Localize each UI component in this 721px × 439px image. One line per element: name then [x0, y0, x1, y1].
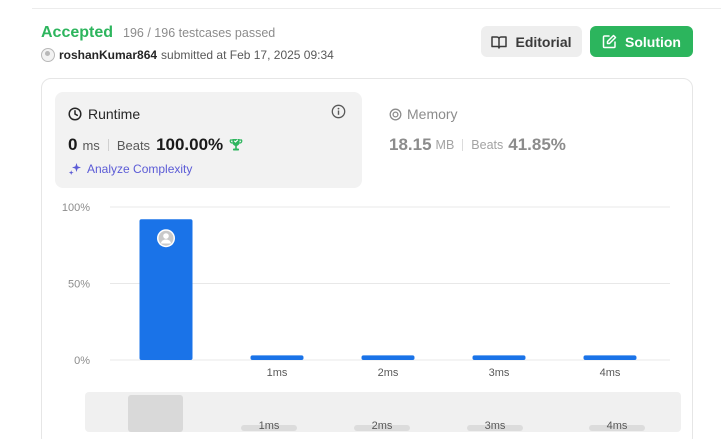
book-icon — [491, 35, 508, 49]
navigator-tick-label: 2ms — [371, 420, 393, 432]
metric-separator — [462, 139, 464, 151]
analyze-complexity-label: Analyze Complexity — [87, 162, 193, 176]
clock-icon — [68, 107, 82, 121]
solution-label: Solution — [625, 33, 681, 50]
memory-title: Memory — [407, 106, 458, 122]
runtime-card[interactable]: Runtime 0 ms Beats 100.00% Analyze Compl… — [55, 92, 362, 188]
runtime-beats-label: Beats — [116, 137, 151, 153]
runtime-value: 0 — [68, 135, 78, 154]
edit-icon — [602, 34, 617, 49]
runtime-header: Runtime — [68, 106, 140, 122]
top-divider — [32, 8, 721, 9]
editorial-label: Editorial — [515, 33, 572, 50]
metric-separator — [107, 139, 109, 151]
navigator-tick-label: 3ms — [484, 420, 506, 432]
memory-value: 18.15 — [389, 135, 432, 154]
trophy-icon — [229, 139, 243, 151]
memory-beats-label: Beats — [471, 138, 504, 152]
user-avatar-icon[interactable] — [41, 48, 55, 62]
analyze-complexity-link[interactable]: Analyze Complexity — [68, 162, 192, 176]
accepted-label: Accepted — [41, 24, 114, 41]
memory-unit: MB — [435, 138, 455, 152]
navigator-tick-label: 1ms — [258, 420, 280, 432]
username-link[interactable]: roshanKumar864 — [59, 48, 157, 62]
runtime-metric: 0 ms Beats 100.00% — [68, 135, 244, 155]
solution-button[interactable]: Solution — [590, 26, 693, 57]
runtime-beats-value: 100.00% — [156, 135, 224, 154]
memory-metric: 18.15 MB Beats 41.85% — [389, 135, 566, 155]
sparkle-icon — [68, 163, 81, 175]
submitted-at: submitted at Feb 17, 2025 09:34 — [161, 48, 334, 62]
submitter-row: roshanKumar864 submitted at Feb 17, 2025… — [41, 48, 334, 62]
navigator-thumb[interactable] — [128, 395, 183, 432]
navigator-tick-label: 4ms — [606, 420, 628, 432]
editorial-button[interactable]: Editorial — [481, 26, 582, 57]
testcases-passed: 196 / 196 testcases passed — [123, 26, 276, 40]
submission-status: Accepted 196 / 196 testcases passed — [41, 24, 275, 42]
memory-card[interactable]: Memory — [389, 106, 458, 122]
chip-icon — [389, 108, 402, 120]
info-icon[interactable] — [331, 104, 346, 119]
memory-beats-value: 41.85% — [508, 135, 566, 154]
runtime-unit: ms — [82, 137, 100, 153]
runtime-title: Runtime — [88, 106, 141, 122]
